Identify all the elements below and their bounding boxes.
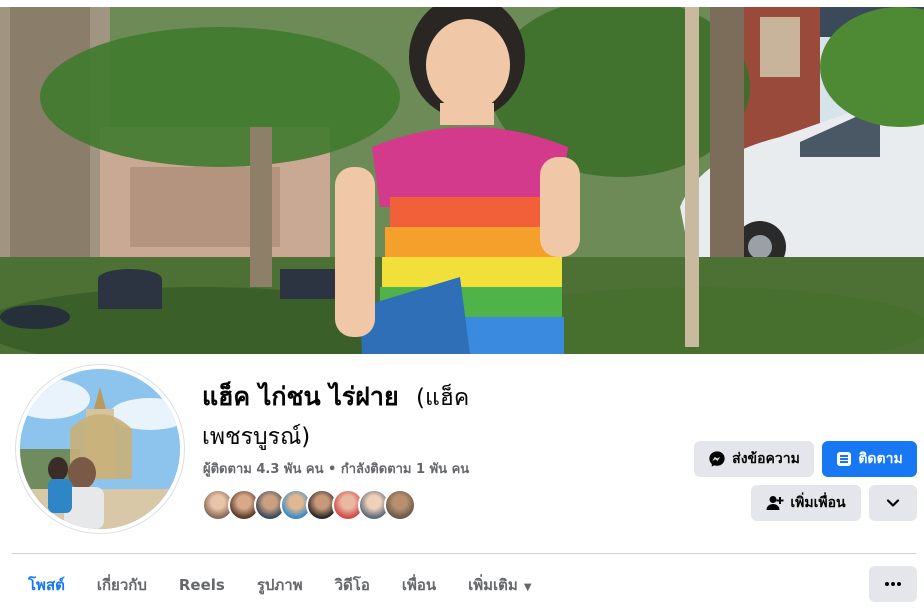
message-button-label: ส่งข้อความ: [732, 451, 800, 467]
chevron-down-icon: [886, 499, 900, 507]
tab-about[interactable]: เกี่ยวกับ: [81, 566, 163, 604]
add-friend-icon: [766, 496, 784, 510]
cover-photo[interactable]: [0, 7, 924, 354]
add-friend-button[interactable]: เพิ่มเพื่อน: [751, 485, 861, 521]
profile-tabs: โพสต์ เกี่ยวกับ Reels รูปภาพ วิดีโอ เพื่…: [12, 566, 548, 604]
mutual-friends-list[interactable]: [202, 489, 416, 521]
messenger-icon: [709, 451, 725, 467]
tab-more-label: เพิ่มเติม: [468, 576, 518, 594]
profile-name: แฮ็ค ไก่ชน ไร่ฝาย: [202, 382, 399, 411]
header-divider: [12, 553, 916, 554]
follow-icon: [837, 452, 852, 466]
more-options-button[interactable]: [869, 566, 917, 602]
add-friend-button-label: เพิ่มเพื่อน: [790, 495, 846, 511]
caret-down-icon: ▼: [523, 582, 532, 593]
message-button[interactable]: ส่งข้อความ: [694, 441, 814, 477]
follow-button[interactable]: ติดตาม: [822, 441, 917, 477]
tab-videos[interactable]: วิดีโอ: [319, 566, 386, 604]
tab-more[interactable]: เพิ่มเติม ▼: [452, 566, 547, 604]
profile-avatar[interactable]: [16, 365, 184, 533]
tab-friends[interactable]: เพื่อน: [386, 566, 452, 604]
follower-stats[interactable]: ผู้ติดตาม 4.3 พัน คน • กำลังติดตาม 1 พัน…: [203, 458, 469, 479]
tab-posts[interactable]: โพสต์: [12, 566, 81, 604]
profile-options-dropdown[interactable]: [869, 485, 917, 521]
tab-photos[interactable]: รูปภาพ: [241, 566, 319, 604]
tab-reels[interactable]: Reels: [163, 566, 241, 604]
friend-avatar[interactable]: [384, 489, 416, 521]
profile-name-block: แฮ็ค ไก่ชน ไร่ฝาย (แฮ็ค เพชรบูรณ์): [202, 378, 562, 456]
more-icon: [885, 582, 901, 586]
follow-button-label: ติดตาม: [858, 451, 903, 467]
